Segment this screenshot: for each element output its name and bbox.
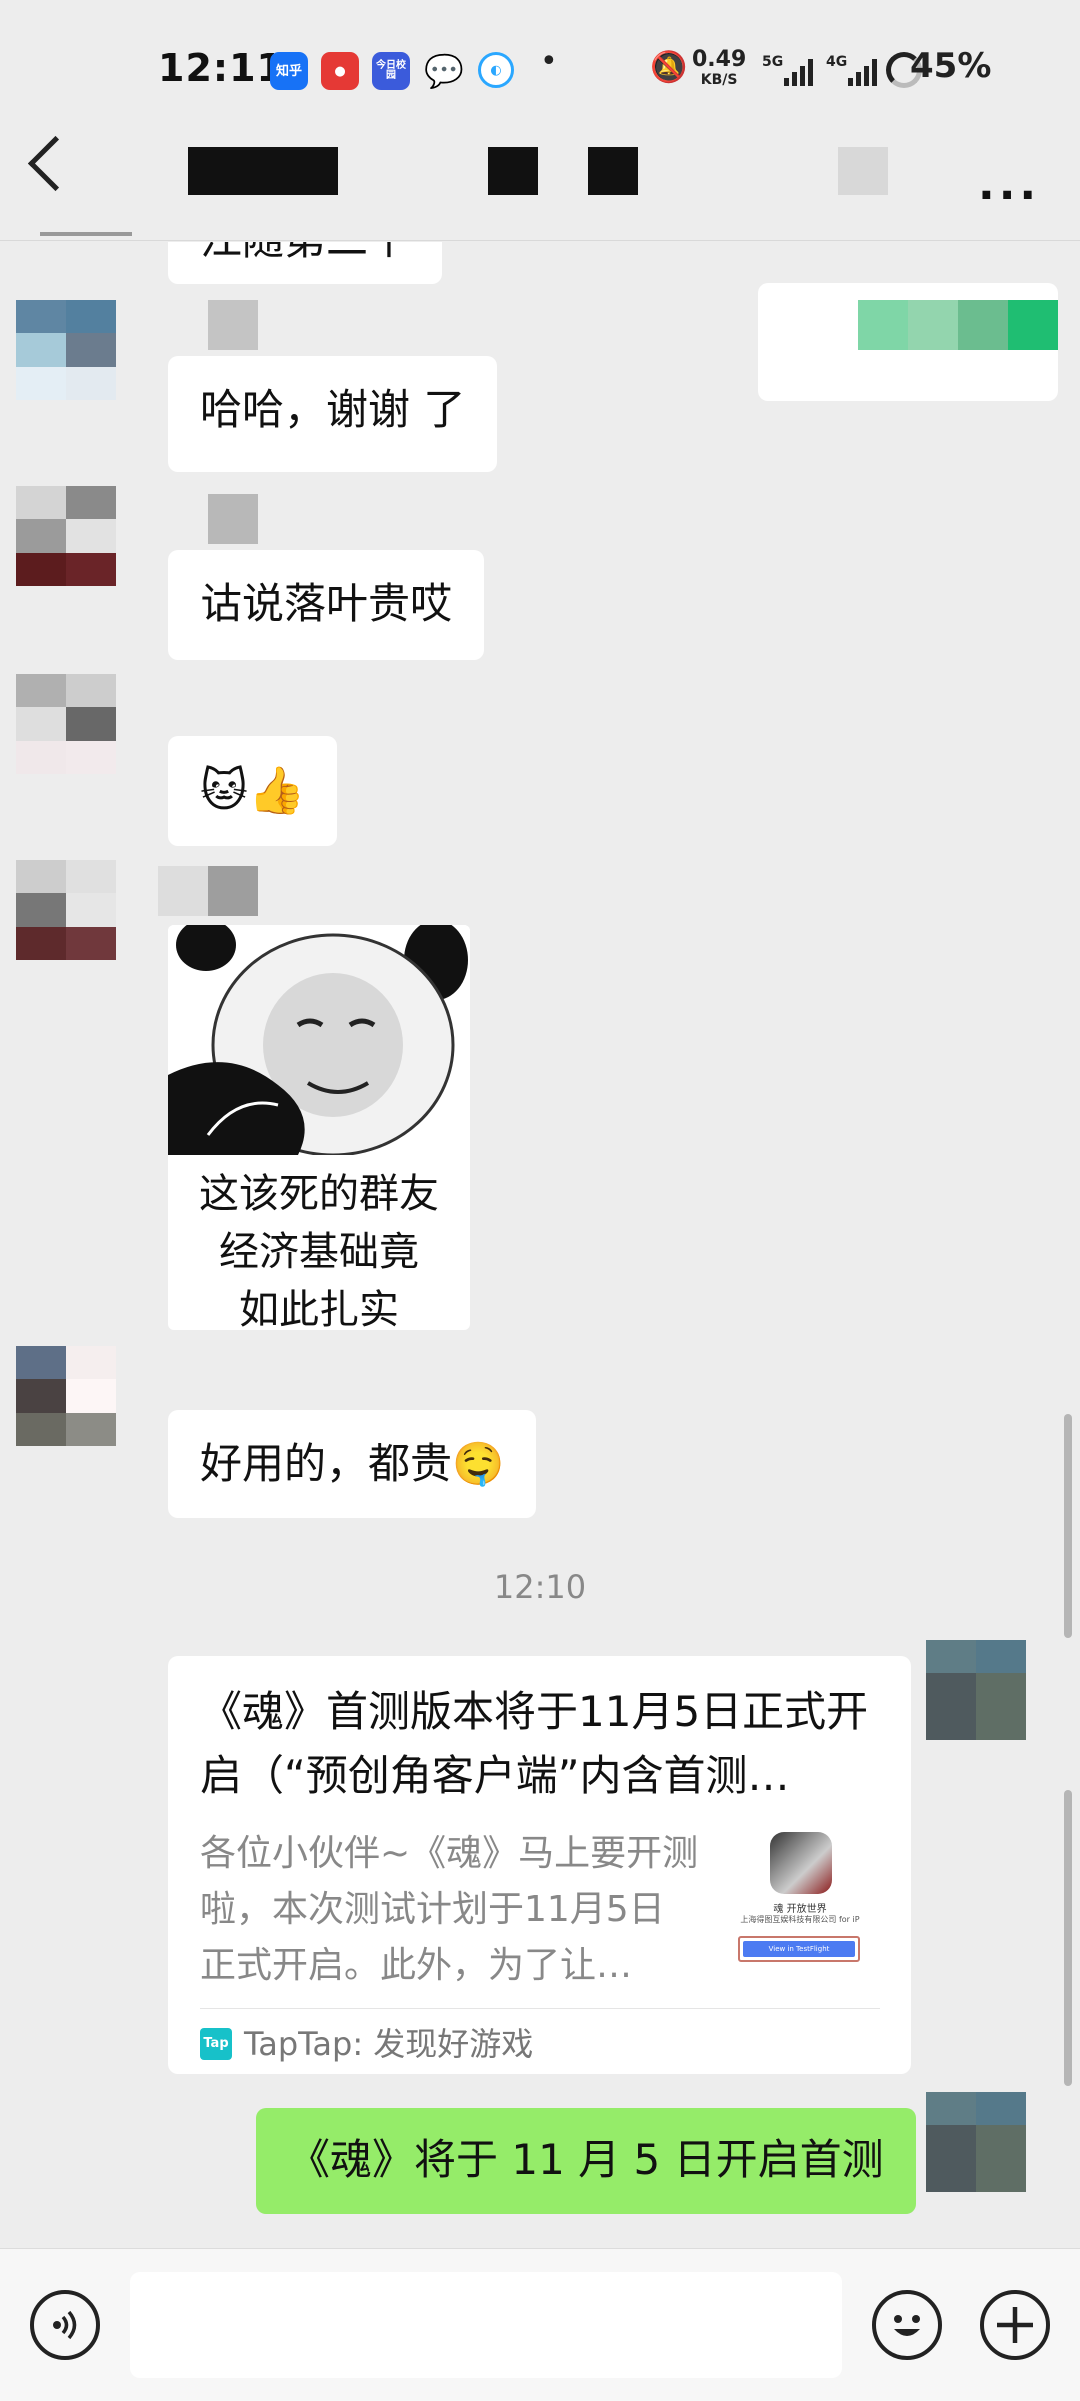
redacted-chat-title — [188, 147, 338, 195]
card-divider — [200, 2008, 880, 2009]
voice-icon[interactable] — [30, 2290, 100, 2360]
chat-bubble[interactable]: 🐱👍 — [168, 736, 338, 846]
panda-meme-icon — [168, 925, 470, 1155]
message-text: 《魂》将于 11 月 5 日开启首测 — [288, 2135, 884, 2184]
message-input[interactable] — [130, 2272, 842, 2378]
network-speed: 0.49 KB/S — [692, 47, 747, 89]
card-description: 各位小伙伴~《魂》马上要开测啦，本次测试计划于11月5日正式开启。此外，为了让… — [200, 1833, 699, 1986]
sim2-type: 4G — [826, 54, 848, 70]
message-text: 诂说落叶贵哎 — [200, 579, 453, 628]
message-text: 好用的，都贵 — [200, 1439, 453, 1488]
avatar[interactable] — [16, 486, 116, 586]
card-source: Tap TapTap: 发现好游戏 — [200, 2022, 533, 2066]
sim2-signal-icon — [848, 56, 877, 86]
message-timestamp: 12:10 — [493, 1568, 587, 1606]
campus-app-icon: 今日校园 — [372, 52, 410, 90]
redacted-title-part — [488, 147, 538, 195]
card-title: 《魂》首测版本将于11月5日正式开启（“预创角客户端”内含首测… — [200, 1687, 869, 1800]
drool-emoji-icon: 🤤 — [452, 1439, 505, 1488]
card-source-label: TapTap: 发现好游戏 — [244, 2025, 534, 2063]
sim1-type: 5G — [762, 54, 784, 70]
thumb-company: 上海得图互娱科技有限公司 for iP — [740, 1915, 860, 1924]
avatar[interactable] — [16, 300, 116, 400]
redacted-title-part — [838, 147, 888, 195]
link-card[interactable]: 《魂》首测版本将于11月5日正式开启（“预创角客户端”内含首测… 各位小伙伴~《… — [168, 1656, 911, 2074]
wechat-icon: 💬 — [424, 52, 464, 90]
redacted-content — [858, 300, 1058, 350]
sender-name-redacted — [158, 866, 258, 916]
my-avatar[interactable] — [926, 1640, 1026, 1740]
avatar[interactable] — [16, 1346, 116, 1446]
browser-icon: ◐ — [478, 52, 514, 88]
scrollbar[interactable] — [1064, 1790, 1072, 2086]
thumb-button: View in TestFlight — [743, 1941, 855, 1957]
chat-header — [0, 140, 1080, 241]
scrollbar[interactable] — [1064, 1414, 1072, 1638]
smiley-icon[interactable] — [872, 2290, 942, 2360]
battery-level: 45% — [910, 46, 992, 86]
emoji-message: 🐱👍 — [200, 763, 306, 817]
status-time: 12:11 — [158, 46, 284, 90]
avatar[interactable] — [16, 674, 116, 774]
thumb-frame: View in TestFlight — [738, 1936, 860, 1962]
chat-bubble[interactable]: 哈哈，谢谢 了 — [168, 356, 498, 472]
dot-icon: • — [540, 44, 558, 79]
thumb-title: 魂 开放世界 — [773, 1904, 827, 1915]
avatar-edge — [40, 232, 132, 236]
sticker-caption: 这该死的群友 经济基础竟 如此扎实 — [199, 1171, 439, 1330]
sender-name-redacted — [208, 494, 258, 544]
cartoon-app-icon: ● — [321, 52, 359, 90]
message-text: 哈哈，谢谢 了 — [200, 385, 466, 434]
redacted-title-part — [588, 147, 638, 195]
game-app-icon — [770, 1832, 832, 1894]
sim1-signal-icon — [784, 56, 813, 86]
sent-chat-bubble[interactable]: 《魂》将于 11 月 5 日开启首测 — [256, 2108, 916, 2214]
card-thumbnail: 魂 开放世界 上海得图互娱科技有限公司 for iP View in TestF… — [730, 1832, 870, 1982]
chat-bubble[interactable]: 诂说落叶贵哎 — [168, 550, 485, 660]
avatar[interactable] — [16, 860, 116, 960]
zhihu-app-icon: 知乎 — [270, 52, 308, 90]
taptap-icon: Tap — [200, 2028, 232, 2060]
mute-bell-icon: 🔕 — [650, 50, 688, 85]
sender-name-redacted — [208, 300, 258, 350]
plus-icon[interactable] — [980, 2290, 1050, 2360]
chat-bubble[interactable]: 好用的，都贵🤤 — [168, 1410, 537, 1518]
sticker-image[interactable]: 这该死的群友 经济基础竟 如此扎实 — [168, 925, 470, 1330]
more-dots-icon[interactable]: ··· — [978, 170, 1040, 221]
my-avatar[interactable] — [926, 2092, 1026, 2192]
